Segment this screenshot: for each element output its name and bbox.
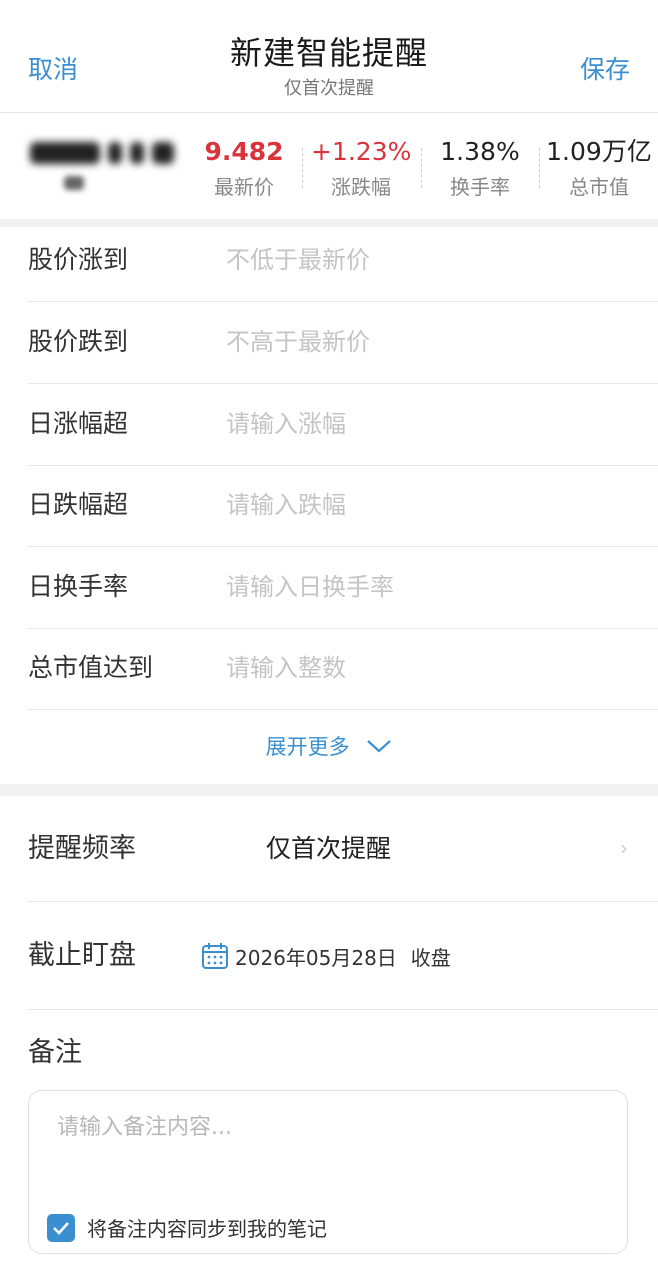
deadline-date[interactable]: 2026年05月28日 <box>235 942 397 971</box>
condition-label: 总市值达到 <box>28 653 154 682</box>
notes-placeholder: 请输入备注内容... <box>57 1115 232 1140</box>
metric-label: 最新价 <box>214 175 274 199</box>
metric-value: 1.38% <box>440 137 520 166</box>
divider <box>302 148 303 188</box>
metric-latest-price: 9.482 最新价 <box>196 136 292 204</box>
condition-row-price-down[interactable]: 股价跌到 不高于最新价 <box>28 302 658 384</box>
condition-label: 股价跌到 <box>28 327 129 356</box>
chevron-down-icon <box>367 740 392 753</box>
turnover-input[interactable]: 请输入日换手率 <box>226 547 394 627</box>
deadline-label: 截止盯盘 <box>28 940 136 971</box>
sync-notes-option[interactable]: 将备注内容同步到我的笔记 <box>47 1213 327 1242</box>
stock-code-blurred <box>64 176 88 192</box>
top-bar: 取消 新建智能提醒 仅首次提醒 保存 <box>0 0 658 113</box>
metric-value: 1.09万亿 <box>546 137 652 166</box>
metric-label: 涨跌幅 <box>331 175 391 199</box>
divider <box>539 148 540 188</box>
metric-turnover: 1.38% 换手率 <box>430 136 530 204</box>
condition-label: 股价涨到 <box>28 245 129 274</box>
metric-market-cap: 1.09万亿 总市值 <box>545 136 653 204</box>
page-subtitle: 仅首次提醒 <box>284 78 374 99</box>
condition-row-turnover[interactable]: 日换手率 请输入日换手率 <box>28 547 658 629</box>
condition-label: 日换手率 <box>28 572 129 601</box>
page-title: 新建智能提醒 <box>229 34 428 72</box>
expand-more-button[interactable]: 展开更多 <box>0 710 658 784</box>
condition-label: 日涨幅超 <box>28 409 129 438</box>
frequency-value[interactable]: 仅首次提醒 <box>266 796 391 901</box>
metric-label: 换手率 <box>450 175 510 199</box>
sync-checkbox[interactable] <box>47 1213 75 1242</box>
frequency-row[interactable]: 提醒频率 仅首次提醒 › <box>28 796 658 902</box>
condition-row-price-up[interactable]: 股价涨到 不低于最新价 <box>28 220 658 302</box>
notes-textarea[interactable]: 请输入备注内容... 将备注内容同步到我的笔记 <box>28 1090 628 1254</box>
metric-value: +1.23% <box>311 137 412 166</box>
chevron-right-icon: › <box>620 836 628 860</box>
metric-change-percent: +1.23% 涨跌幅 <box>311 136 411 204</box>
daily-rise-input[interactable]: 请输入涨幅 <box>226 384 346 464</box>
daily-fall-input[interactable]: 请输入跌幅 <box>226 465 346 545</box>
calendar-icon <box>202 943 228 969</box>
section-gap <box>0 784 658 796</box>
metric-label: 总市值 <box>569 175 629 199</box>
save-button[interactable]: 保存 <box>580 50 630 86</box>
condition-label: 日跌幅超 <box>28 490 129 519</box>
metric-value: 9.482 <box>204 137 284 166</box>
deadline-row[interactable]: 截止盯盘 2026年05月28日 收盘 <box>28 902 658 1010</box>
notes-label: 备注 <box>28 1037 82 1068</box>
expand-more-label: 展开更多 <box>265 735 350 759</box>
checkmark-icon <box>53 1221 69 1235</box>
stock-name-blurred <box>28 138 178 170</box>
deadline-picker[interactable]: 2026年05月28日 收盘 <box>201 902 451 1010</box>
price-up-input[interactable]: 不低于最新价 <box>226 220 370 300</box>
condition-row-market-cap[interactable]: 总市值达到 请输入整数 <box>28 628 658 710</box>
price-down-input[interactable]: 不高于最新价 <box>226 302 370 382</box>
market-cap-input[interactable]: 请输入整数 <box>226 628 346 708</box>
condition-row-daily-rise[interactable]: 日涨幅超 请输入涨幅 <box>28 384 658 466</box>
condition-row-daily-fall[interactable]: 日跌幅超 请输入跌幅 <box>28 465 658 547</box>
frequency-label: 提醒频率 <box>28 833 136 864</box>
sync-label: 将备注内容同步到我的笔记 <box>87 1217 327 1241</box>
deadline-time[interactable]: 收盘 <box>411 942 451 971</box>
divider <box>421 148 422 188</box>
